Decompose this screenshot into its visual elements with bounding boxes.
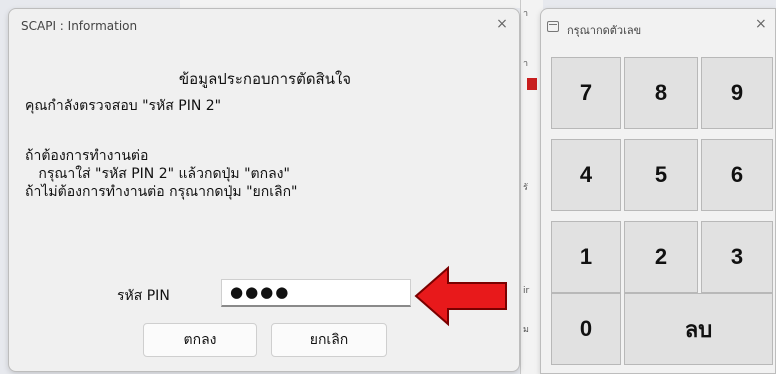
background-text: ir [523,286,530,296]
background-text: ม [523,325,529,332]
keypad-title: กรุณากดตัวเลข [567,24,642,37]
window-icon [547,21,559,32]
ok-button[interactable]: ตกลง [143,323,257,357]
pin-label: รหัส PIN [117,288,170,304]
cancel-button[interactable]: ยกเลิก [271,323,387,357]
keypad-window: กรุณากดตัวเลข × 7 8 9 4 5 6 1 2 3 0 ลบ [540,8,776,374]
information-dialog: SCAPI : Information × ข้อมูลประกอบการตัด… [8,8,520,372]
close-icon[interactable]: × [493,15,511,33]
key-0[interactable]: 0 [551,293,621,365]
key-9[interactable]: 9 [701,57,773,129]
dialog-title: SCAPI : Information [21,19,138,33]
message-line: ถ้าไม่ต้องการทำงานต่อ กรุณากดปุ่ม "ยกเลิ… [25,184,298,200]
key-8[interactable]: 8 [624,57,698,129]
background-text: า [523,59,529,66]
background-marker [527,78,537,90]
key-4[interactable]: 4 [551,139,621,211]
background-text: รั [523,183,528,190]
key-3[interactable]: 3 [701,221,773,293]
background-text: ำ [523,9,529,16]
key-6[interactable]: 6 [701,139,773,211]
close-icon[interactable]: × [755,16,767,32]
background-app [180,0,520,8]
red-arrow-icon [414,265,507,327]
dialog-heading: ข้อมูลประกอบการตัดสินใจ [178,70,352,88]
key-2[interactable]: 2 [624,221,698,293]
delete-key[interactable]: ลบ [624,293,773,365]
pin-input[interactable]: ●●●● [221,279,411,307]
key-7[interactable]: 7 [551,57,621,129]
key-1[interactable]: 1 [551,221,621,293]
message-line: คุณกำลังตรวจสอบ "รหัส PIN 2" [25,98,222,114]
key-5[interactable]: 5 [624,139,698,211]
